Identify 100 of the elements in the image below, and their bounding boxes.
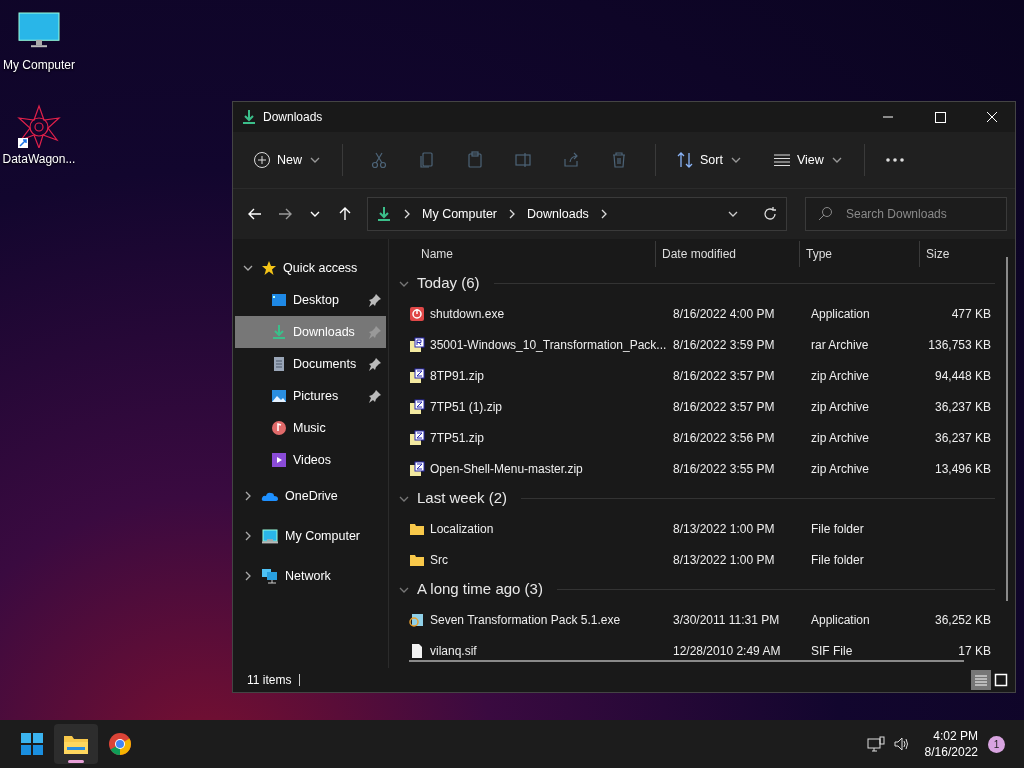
music-icon (271, 420, 287, 436)
up-arrow-icon (337, 206, 353, 222)
date-cell-text: 8/16/2022 3:57 PM (672, 398, 776, 416)
new-button[interactable]: New (245, 143, 330, 177)
refresh-icon (762, 206, 778, 222)
document-icon (271, 356, 287, 372)
size-cell-text: 13,496 KB (933, 460, 991, 478)
sidebar-item[interactable]: Quick access (235, 252, 386, 284)
cloud-icon (261, 490, 279, 502)
size-cell-text: 36,237 KB (933, 429, 991, 447)
size-cell-text: 477 KB (950, 305, 991, 323)
type-cell-text: Application (810, 305, 871, 323)
star-shortcut-icon[interactable] (17, 104, 61, 148)
file-name-cell[interactable]: vilanq.sif (397, 641, 669, 660)
file-name-cell[interactable]: Seven Transformation Pack 5.1.exe (397, 610, 669, 629)
sidebar-item[interactable]: Documents (235, 348, 386, 380)
sidebar-item[interactable]: Videos (235, 444, 386, 476)
column-header[interactable]: Type (799, 241, 919, 267)
window-title: Downloads (263, 109, 323, 126)
sidebar-item[interactable]: Desktop (235, 284, 386, 316)
size-cell-text: 136,753 KB (927, 336, 991, 354)
monitor-icon (261, 527, 279, 545)
forward-arrow-icon (277, 206, 293, 222)
date-cell-text: 8/16/2022 4:00 PM (672, 305, 776, 323)
maximize-icon (934, 111, 946, 123)
date-cell-text: 8/16/2022 3:56 PM (672, 429, 776, 447)
column-header[interactable]: Name (397, 241, 655, 267)
download-icon (376, 206, 392, 222)
type-cell-text: File folder (810, 551, 865, 569)
view-button[interactable]: View (764, 143, 852, 177)
download-icon (271, 324, 287, 340)
date-cell-text: 8/13/2022 1:00 PM (672, 551, 776, 569)
power-app-icon (409, 305, 425, 322)
date-cell-text: 8/16/2022 3:55 PM (672, 460, 776, 478)
volume-icon (892, 736, 911, 752)
scissors-icon (370, 151, 388, 169)
file-name-cell[interactable]: 8TP91.zip (397, 366, 669, 385)
type-cell-text: File folder (810, 520, 865, 538)
file-name-cell[interactable]: Src (397, 550, 669, 569)
sidebar-item[interactable]: OneDrive (235, 476, 386, 516)
archive-icon (409, 367, 425, 384)
tiles-view-icon (994, 673, 1008, 687)
desktop-icon (271, 292, 287, 308)
plus-icon (253, 151, 271, 169)
sort-icon (676, 151, 694, 169)
share-icon (562, 151, 580, 169)
archive-icon (409, 336, 425, 353)
date-cell-text: 8/16/2022 3:57 PM (672, 367, 776, 385)
size-cell-text: 36,237 KB (933, 398, 991, 416)
vertical-scrollbar[interactable] (1006, 257, 1008, 601)
size-cell-text: 36,252 KB (933, 611, 991, 629)
type-cell-text: rar Archive (810, 336, 870, 354)
sidebar-item[interactable]: Pictures (235, 380, 386, 412)
file-name-cell[interactable]: Localization (397, 519, 669, 538)
picture-icon (271, 388, 287, 404)
more-icon (884, 157, 905, 163)
column-header[interactable]: Size (919, 241, 1003, 267)
breadcrumb-link[interactable]: My Computer (422, 204, 498, 224)
sidebar-item[interactable]: Network (235, 556, 386, 596)
details-view-icon (974, 674, 988, 686)
sidebar-item[interactable]: My Computer (235, 516, 386, 556)
date-cell-text: 12/28/2010 2:49 AM (672, 642, 782, 660)
group-header[interactable]: Last week (2) (397, 484, 1015, 513)
notification-count[interactable]: 1 (988, 735, 1005, 753)
group-header[interactable]: A long time ago (3) (397, 575, 1015, 604)
type-cell-text: zip Archive (810, 429, 871, 447)
type-cell-text: SIF File (810, 642, 854, 660)
type-cell-text: zip Archive (810, 460, 871, 478)
file-name-cell[interactable]: 35001-Windows_10_Transformation_Pack... (397, 335, 669, 354)
archive-icon (409, 460, 425, 477)
group-header[interactable]: Today (6) (397, 269, 1015, 298)
installer-icon (409, 611, 425, 628)
date-cell-text: 3/30/2011 11:31 PM (672, 611, 781, 629)
taskbar-app-button[interactable] (54, 724, 98, 764)
sort-button[interactable]: Sort (668, 143, 751, 177)
trash-icon (610, 151, 628, 169)
copy-icon (418, 151, 436, 169)
file-name-cell[interactable]: shutdown.exe (397, 304, 669, 323)
file-name-cell[interactable]: 7TP51.zip (397, 428, 669, 447)
back-arrow-icon (247, 206, 263, 222)
desktop-icon-label[interactable]: My Computer (3, 56, 75, 74)
horizontal-scrollbar[interactable] (409, 660, 964, 662)
file-name-cell[interactable]: 7TP51 (1).zip (397, 397, 669, 416)
desktop-icon-label[interactable]: DataWagon... (2, 150, 76, 168)
column-header[interactable]: Date modified (655, 241, 799, 267)
list-view-icon (772, 153, 791, 167)
taskbar-clock[interactable]: 4:02 PM 8/16/2022 (924, 728, 978, 760)
clipboard-icon (466, 151, 484, 169)
minimize-icon (883, 116, 893, 118)
breadcrumb-link[interactable]: Downloads (527, 204, 589, 224)
browser-logo-icon (108, 732, 132, 756)
item-count: 11 items (247, 672, 292, 689)
archive-icon (409, 429, 425, 446)
address-bar[interactable]: My Computer Downloads (367, 197, 787, 231)
size-cell-text: 94,448 KB (933, 367, 991, 385)
search-field[interactable]: Search Downloads (805, 197, 1007, 231)
file-icon (409, 642, 425, 659)
sidebar-item[interactable]: Downloads (235, 316, 386, 348)
sidebar-item[interactable]: Music (235, 412, 386, 444)
file-name-cell[interactable]: Open-Shell-Menu-master.zip (397, 459, 669, 478)
